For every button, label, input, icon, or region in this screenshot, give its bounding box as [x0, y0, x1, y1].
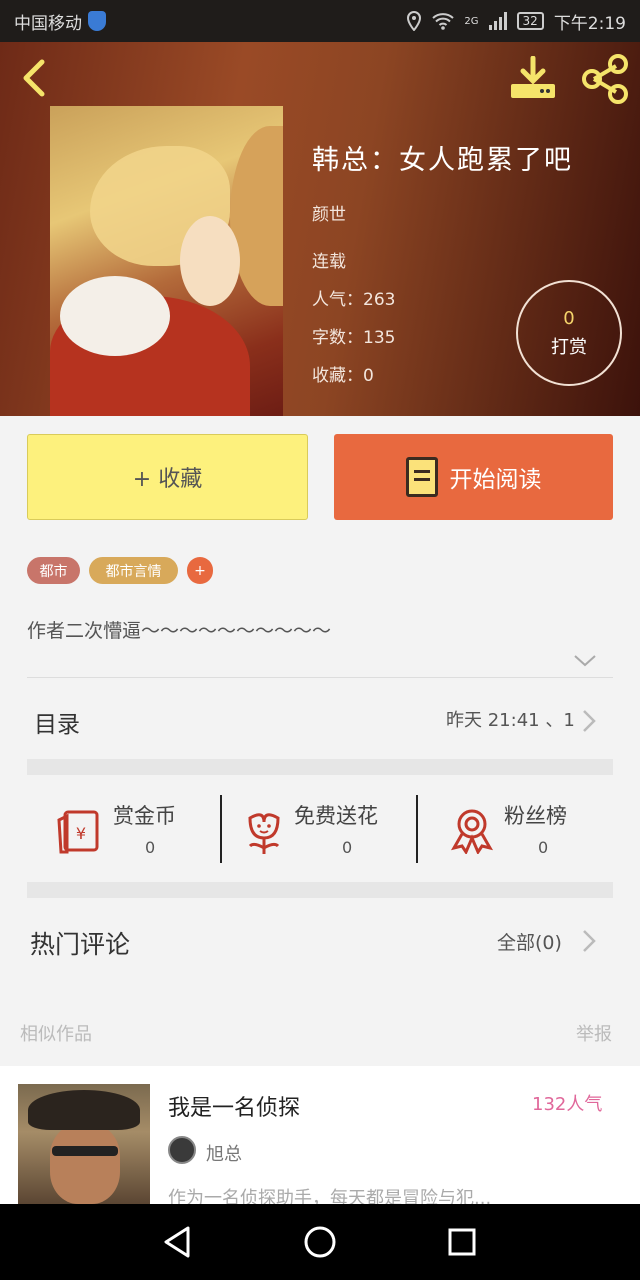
- similar-book-cover: [18, 1084, 150, 1204]
- chevron-down-icon[interactable]: [572, 650, 598, 670]
- book-title: 韩总：女人跑累了吧: [312, 145, 573, 176]
- security-shield-icon: [88, 11, 106, 31]
- all-comments-label: 全部(0): [497, 932, 562, 954]
- gift-coins-item[interactable]: ¥ 赏金币 0: [27, 796, 221, 864]
- nav-recents-icon[interactable]: [442, 1222, 482, 1262]
- flower-icon: [248, 813, 280, 854]
- tip-count: 0: [563, 307, 575, 329]
- add-favorite-button[interactable]: + 收藏: [27, 434, 308, 520]
- similar-book-description: 作为一名侦探助手，每天都是冒险与犯...: [168, 1188, 492, 1206]
- fan-ranking-count: 0: [538, 838, 549, 857]
- battery-indicator: 32: [516, 12, 544, 30]
- nav-back-icon[interactable]: [158, 1222, 198, 1262]
- add-tag-button[interactable]: +: [187, 557, 213, 584]
- divider: [27, 677, 613, 678]
- similar-works-heading: 相似作品: [20, 1024, 92, 1045]
- wifi-icon: [432, 13, 455, 30]
- clock: 下午2:19: [553, 13, 626, 34]
- tag-urban-romance[interactable]: 都市言情: [89, 557, 178, 584]
- book-favorites: 收藏：0: [312, 366, 374, 386]
- similar-book-title: 我是一名侦探: [168, 1096, 301, 1121]
- send-flower-item[interactable]: 免费送花 0: [222, 796, 416, 864]
- hot-comments-heading: 热门评论: [30, 930, 131, 959]
- report-button[interactable]: 举报: [576, 1020, 612, 1046]
- book-header: 韩总：女人跑累了吧 颜世 连载 人气：263 字数：135 收藏：0 0 打赏: [0, 42, 640, 416]
- start-reading-label: 开始阅读: [449, 467, 542, 493]
- book-popularity: 人气：263: [312, 290, 396, 310]
- book-status: 连载: [312, 252, 346, 272]
- tip-label: 打赏: [551, 336, 587, 358]
- download-icon[interactable]: [508, 56, 558, 100]
- toc-label: 目录: [34, 712, 80, 738]
- section-separator: [27, 882, 613, 898]
- toc-latest-chapter: 昨天 21:41 、1: [446, 710, 575, 731]
- similar-book-author: 旭总: [206, 1144, 242, 1165]
- tip-button[interactable]: 0 打赏: [516, 280, 622, 386]
- send-flower-label: 免费送花: [294, 804, 378, 828]
- red-envelope-icon: ¥: [57, 810, 99, 854]
- system-nav-bar: [0, 1204, 640, 1280]
- fan-ranking-item[interactable]: 粉丝榜 0: [418, 796, 613, 864]
- chevron-right-icon: [583, 710, 596, 732]
- book-description: 作者二次懵逼～～～～～～～～～～: [27, 620, 332, 642]
- similar-book-card[interactable]: 我是一名侦探 132人气 旭总 作为一名侦探助手，每天都是冒险与犯...: [0, 1066, 640, 1206]
- chevron-right-icon: [583, 930, 596, 952]
- similar-book-popularity: 132人气: [532, 1094, 603, 1115]
- gift-coins-count: 0: [145, 838, 156, 857]
- add-favorite-label: + 收藏: [132, 467, 203, 492]
- signal-icon: [488, 12, 507, 30]
- start-reading-button[interactable]: 开始阅读: [334, 434, 613, 520]
- svg-text:¥: ¥: [76, 824, 86, 843]
- gift-coins-label: 赏金币: [113, 804, 176, 828]
- carrier-name: 中国移动: [14, 13, 82, 34]
- send-flower-count: 0: [342, 838, 353, 857]
- share-icon[interactable]: [580, 54, 630, 104]
- status-bar: 中国移动 2G 32 下午2:19: [0, 0, 640, 42]
- book-icon: [405, 457, 438, 497]
- section-separator: [27, 759, 613, 775]
- location-icon: [407, 11, 422, 31]
- avatar: [168, 1136, 196, 1164]
- network-type: 2G: [464, 15, 479, 27]
- book-word-count: 字数：135: [312, 328, 396, 348]
- book-author[interactable]: 颜世: [312, 200, 346, 225]
- ribbon-badge-icon: [450, 809, 494, 854]
- tag-urban[interactable]: 都市: [27, 557, 80, 584]
- fan-ranking-label: 粉丝榜: [504, 804, 567, 828]
- book-cover-image: [50, 106, 283, 416]
- back-icon[interactable]: [16, 58, 56, 98]
- nav-home-icon[interactable]: [300, 1222, 340, 1262]
